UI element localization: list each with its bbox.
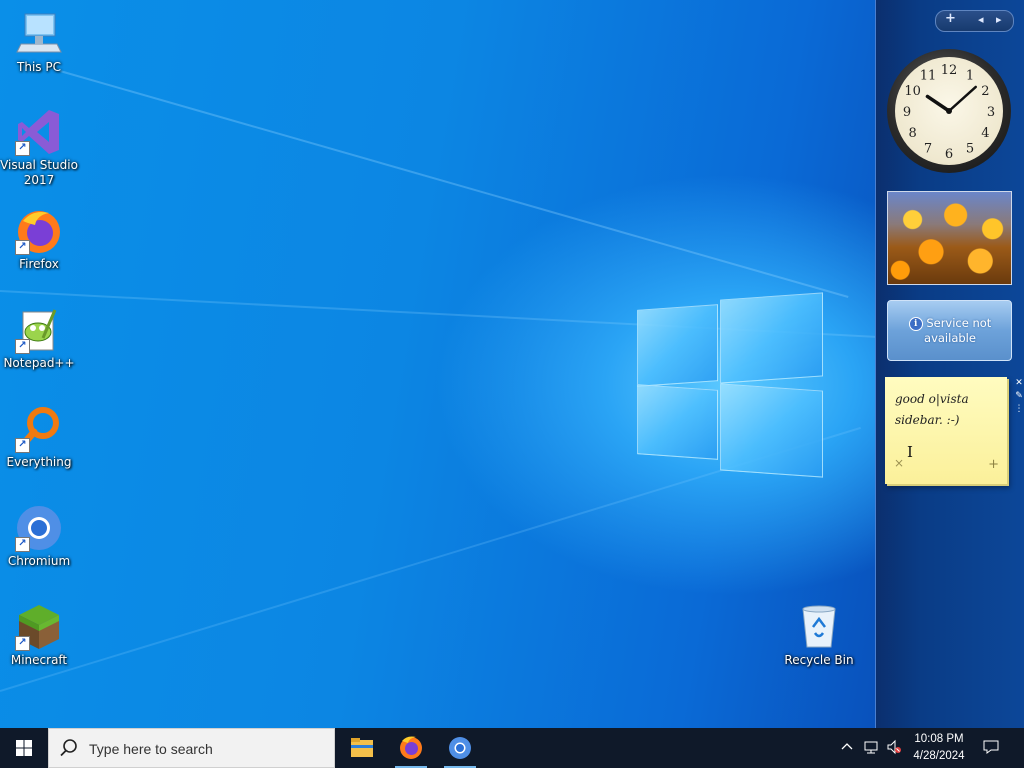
gadget-toolbar: ✕ ✎ ⋮ xyxy=(1014,377,1024,416)
shortcut-arrow-icon: ↗ xyxy=(15,141,30,156)
clock-numeral: 3 xyxy=(987,105,995,120)
desktop-wallpaper xyxy=(0,0,1024,728)
search-placeholder: Type here to search xyxy=(89,741,213,757)
clock-numeral: 7 xyxy=(924,141,932,156)
firefox-icon xyxy=(400,736,422,759)
close-gadget-icon[interactable]: ✕ xyxy=(1014,377,1024,390)
desktop-icon-notepadpp[interactable]: ↗ Notepad++ xyxy=(0,306,78,371)
clock-time: 10:08 PM xyxy=(914,733,964,745)
desktop-icon-recycle-bin[interactable]: Recycle Bin xyxy=(780,603,858,668)
desktop-icon-firefox[interactable]: ↗ Firefox xyxy=(0,207,78,272)
weather-message: Service not available xyxy=(924,316,992,345)
taskbar-file-explorer[interactable] xyxy=(338,728,386,768)
clock-center xyxy=(946,108,952,114)
clock-numeral: 4 xyxy=(981,126,989,141)
weather-gadget[interactable]: i Service not available xyxy=(887,300,1012,361)
desktop-icon-label: Notepad++ xyxy=(3,356,75,370)
notifications-icon[interactable] xyxy=(983,739,999,755)
shortcut-arrow-icon: ↗ xyxy=(15,438,30,453)
text-cursor-icon: I xyxy=(907,443,913,461)
shortcut-arrow-icon: ↗ xyxy=(15,339,30,354)
notepadpp-icon: ↗ xyxy=(15,306,63,354)
desktop-icon-label: Everything xyxy=(6,455,72,469)
volume-muted-icon[interactable] xyxy=(886,739,902,755)
desktop-icon-label: Recycle Bin xyxy=(784,653,854,667)
taskbar: Type here to search 10:08 PM 4/28/2024 xyxy=(0,728,1024,768)
search-icon xyxy=(60,739,77,757)
clock-numeral: 11 xyxy=(920,69,937,84)
clock-numeral: 2 xyxy=(981,84,989,99)
shortcut-arrow-icon: ↗ xyxy=(15,537,30,552)
taskbar-chromium[interactable] xyxy=(436,728,484,768)
previous-gadget-page-button[interactable]: ◂ xyxy=(978,13,984,26)
firefox-icon: ↗ xyxy=(15,207,63,255)
desktop-icon-minecraft[interactable]: ↗ Minecraft xyxy=(0,603,78,668)
minute-hand xyxy=(947,85,978,113)
desktop-icon-label: Chromium xyxy=(7,554,71,568)
chromium-icon: ↗ xyxy=(15,504,63,552)
shortcut-arrow-icon: ↗ xyxy=(15,636,30,651)
computer-icon xyxy=(15,10,63,58)
clock-numeral: 8 xyxy=(908,126,916,141)
shortcut-arrow-icon: ↗ xyxy=(15,240,30,255)
taskbar-clock[interactable]: 10:08 PM 4/28/2024 xyxy=(906,731,972,765)
clock-gadget[interactable]: 12 1 2 3 4 5 6 7 8 9 10 11 xyxy=(887,49,1011,173)
clock-numeral: 12 xyxy=(941,63,958,78)
delete-note-button[interactable]: × xyxy=(894,456,904,470)
start-button[interactable] xyxy=(0,728,48,768)
windows-start-icon xyxy=(16,740,32,756)
desktop-icon-label: This PC xyxy=(17,60,61,74)
clock-numeral: 1 xyxy=(966,69,974,84)
desktop-icon-everything[interactable]: ↗ Everything xyxy=(0,405,78,470)
clock-numeral: 9 xyxy=(903,105,911,120)
clock-date: 4/28/2024 xyxy=(913,750,965,762)
clock-hands: 12 12 3 45678 9 1011 xyxy=(903,63,995,162)
chromium-icon xyxy=(449,737,471,759)
network-icon[interactable] xyxy=(863,739,879,755)
chevron-up-icon[interactable] xyxy=(839,739,855,755)
recycle-bin-icon xyxy=(795,603,843,651)
desktop-icon-visual-studio[interactable]: ↗ Visual Studio 2017 xyxy=(0,108,78,188)
desktop-icon-label: Minecraft xyxy=(10,653,68,667)
hour-hand xyxy=(925,94,951,113)
file-explorer-icon xyxy=(351,738,373,757)
gadget-options-icon[interactable]: ✎ xyxy=(1014,390,1024,403)
desktop-icon-label: Firefox xyxy=(19,257,59,271)
taskbar-search-box[interactable]: Type here to search xyxy=(48,728,335,768)
info-icon: i xyxy=(908,316,923,331)
weather-status: i Service not available xyxy=(896,316,1004,346)
drag-handle-icon[interactable]: ⋮ xyxy=(1014,403,1024,416)
notes-gadget[interactable]: good o|vista sidebar. :-) I × + xyxy=(885,377,1007,484)
desktop-icon-chromium[interactable]: ↗ Chromium xyxy=(0,504,78,569)
clock-numeral: 10 xyxy=(904,84,921,99)
add-gadget-button[interactable]: + xyxy=(945,11,956,26)
slideshow-gadget[interactable] xyxy=(887,191,1012,285)
sidebar-controls: + ◂ ▸ xyxy=(935,10,1014,32)
next-gadget-page-button[interactable]: ▸ xyxy=(996,13,1002,26)
taskbar-firefox[interactable] xyxy=(387,728,435,768)
everything-search-icon: ↗ xyxy=(15,405,63,453)
clock-numeral: 6 xyxy=(945,147,953,162)
desktop-icon-label: Visual Studio 2017 xyxy=(0,158,78,187)
minecraft-icon: ↗ xyxy=(15,603,63,651)
clock-numeral: 5 xyxy=(966,141,974,156)
desktop-icon-this-pc[interactable]: This PC xyxy=(0,10,78,75)
note-text[interactable]: good o|vista sidebar. :-) xyxy=(895,389,995,431)
add-note-button[interactable]: + xyxy=(988,457,999,472)
visual-studio-icon: ↗ xyxy=(15,108,63,156)
